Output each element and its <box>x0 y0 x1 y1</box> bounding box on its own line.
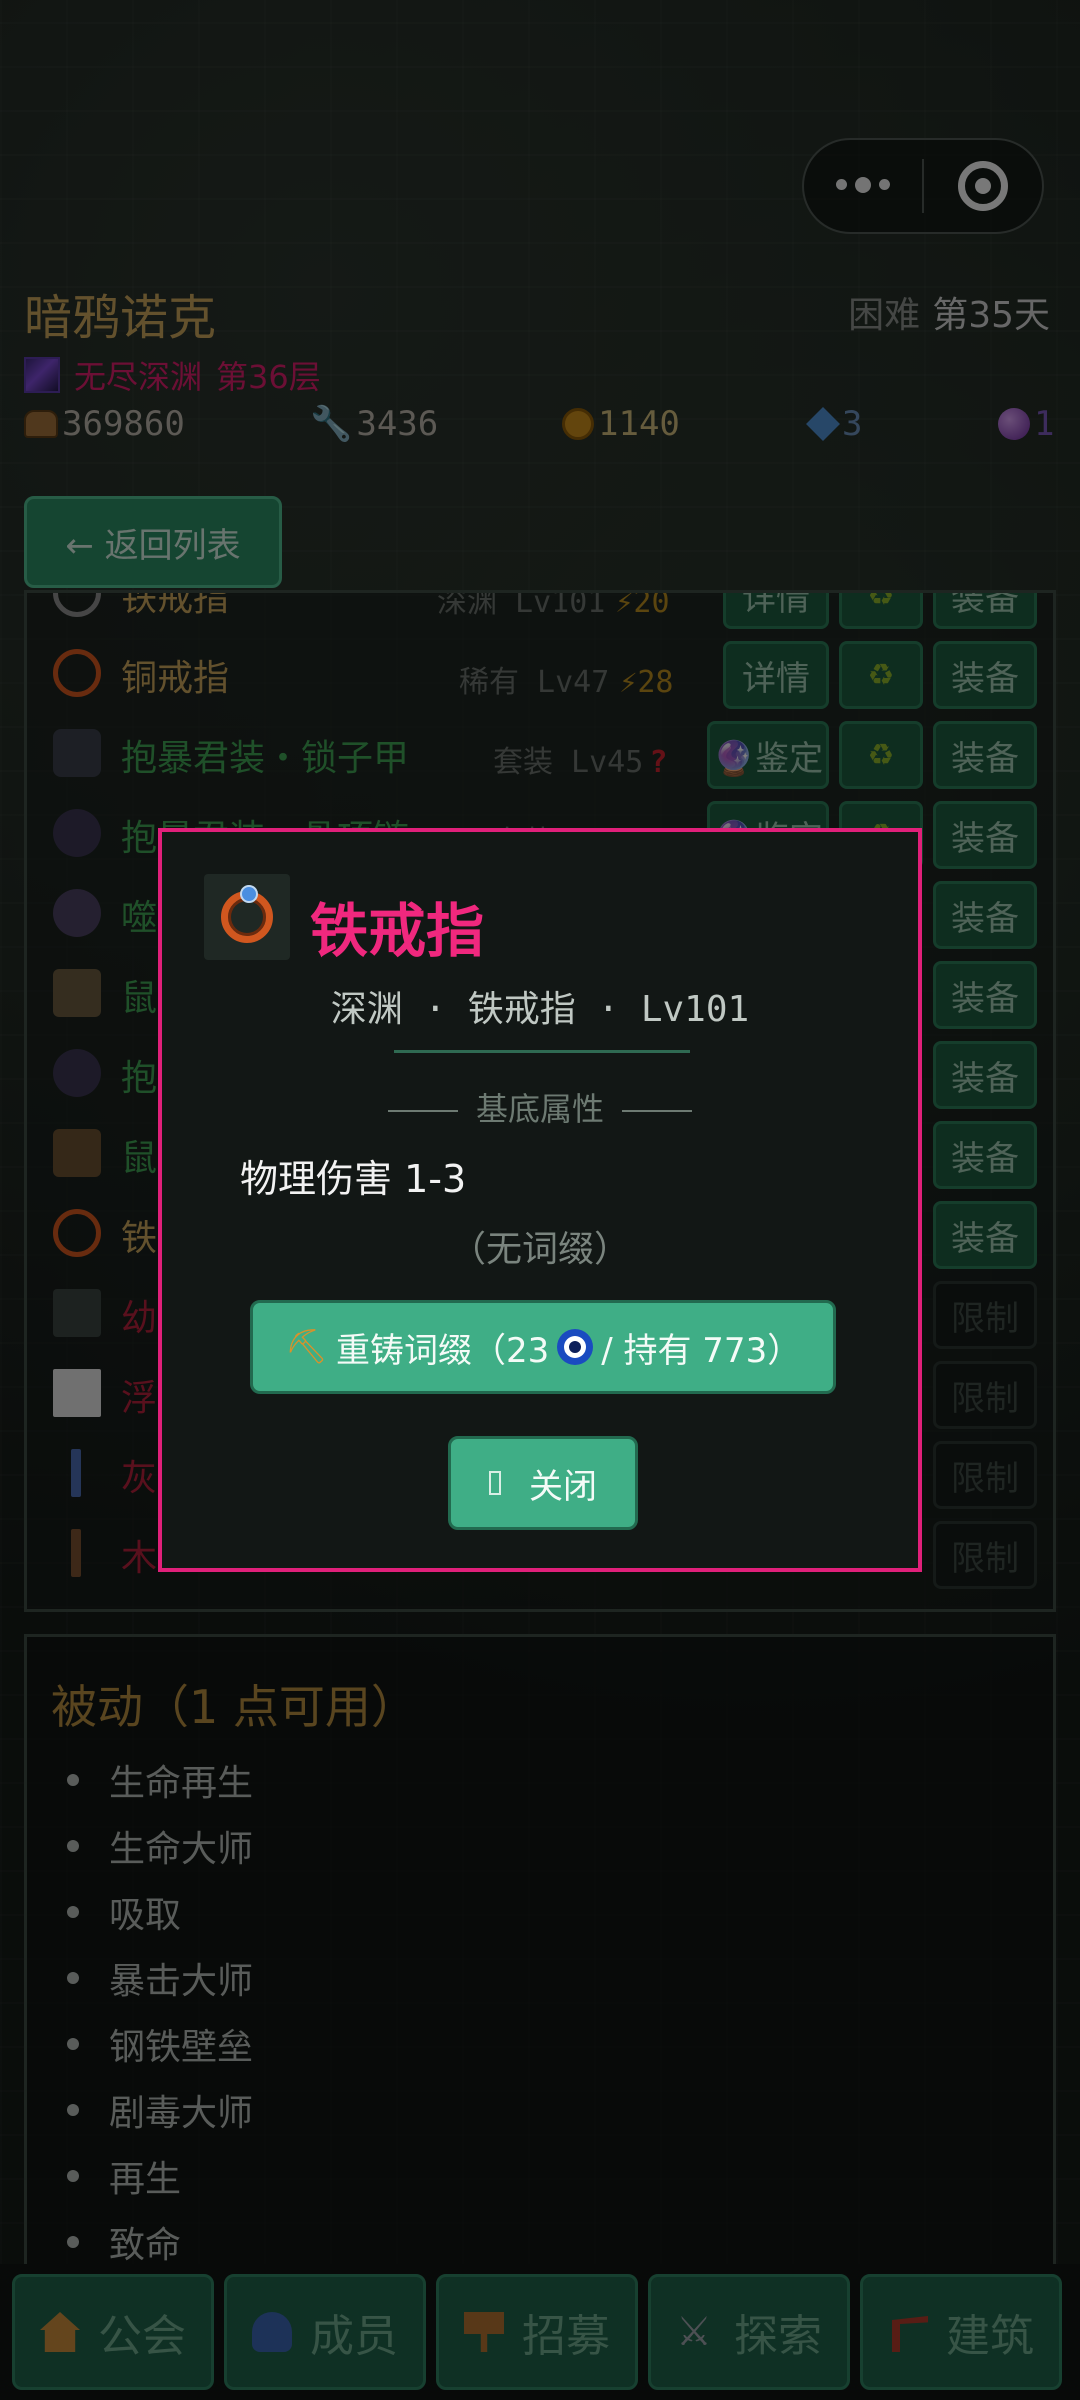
no-affix-text: （无词缀） <box>449 1229 630 1270</box>
hammer-icon: ⛏ <box>284 1327 328 1367</box>
item-detail-modal: 铁戒指 深渊 · 铁戒指 · Lv101 基底属性 物理伤害 1-3 （无词缀）… <box>158 828 922 1572</box>
iron-ring-icon <box>221 885 273 943</box>
item-subtitle: 深渊 · 铁戒指 · Lv101 <box>330 989 750 1030</box>
close-icon <box>489 1471 501 1495</box>
close-button[interactable]: 关闭 <box>448 1436 638 1530</box>
divider <box>394 1050 690 1053</box>
close-label: 关闭 <box>529 1466 597 1507</box>
base-stat: 物理伤害 1-3 <box>240 1157 467 1201</box>
reforge-owned: / 持有 773） <box>601 1330 802 1371</box>
section-heading: 基底属性 <box>162 1084 918 1130</box>
reforge-cost: 重铸词缀（23 <box>335 1330 550 1371</box>
item-icon-frame <box>204 874 290 960</box>
item-title: 铁戒指 <box>310 897 485 965</box>
evil-eye-icon <box>557 1329 594 1365</box>
reforge-affix-button[interactable]: ⛏ 重铸词缀（23 / 持有 773） <box>250 1300 836 1394</box>
